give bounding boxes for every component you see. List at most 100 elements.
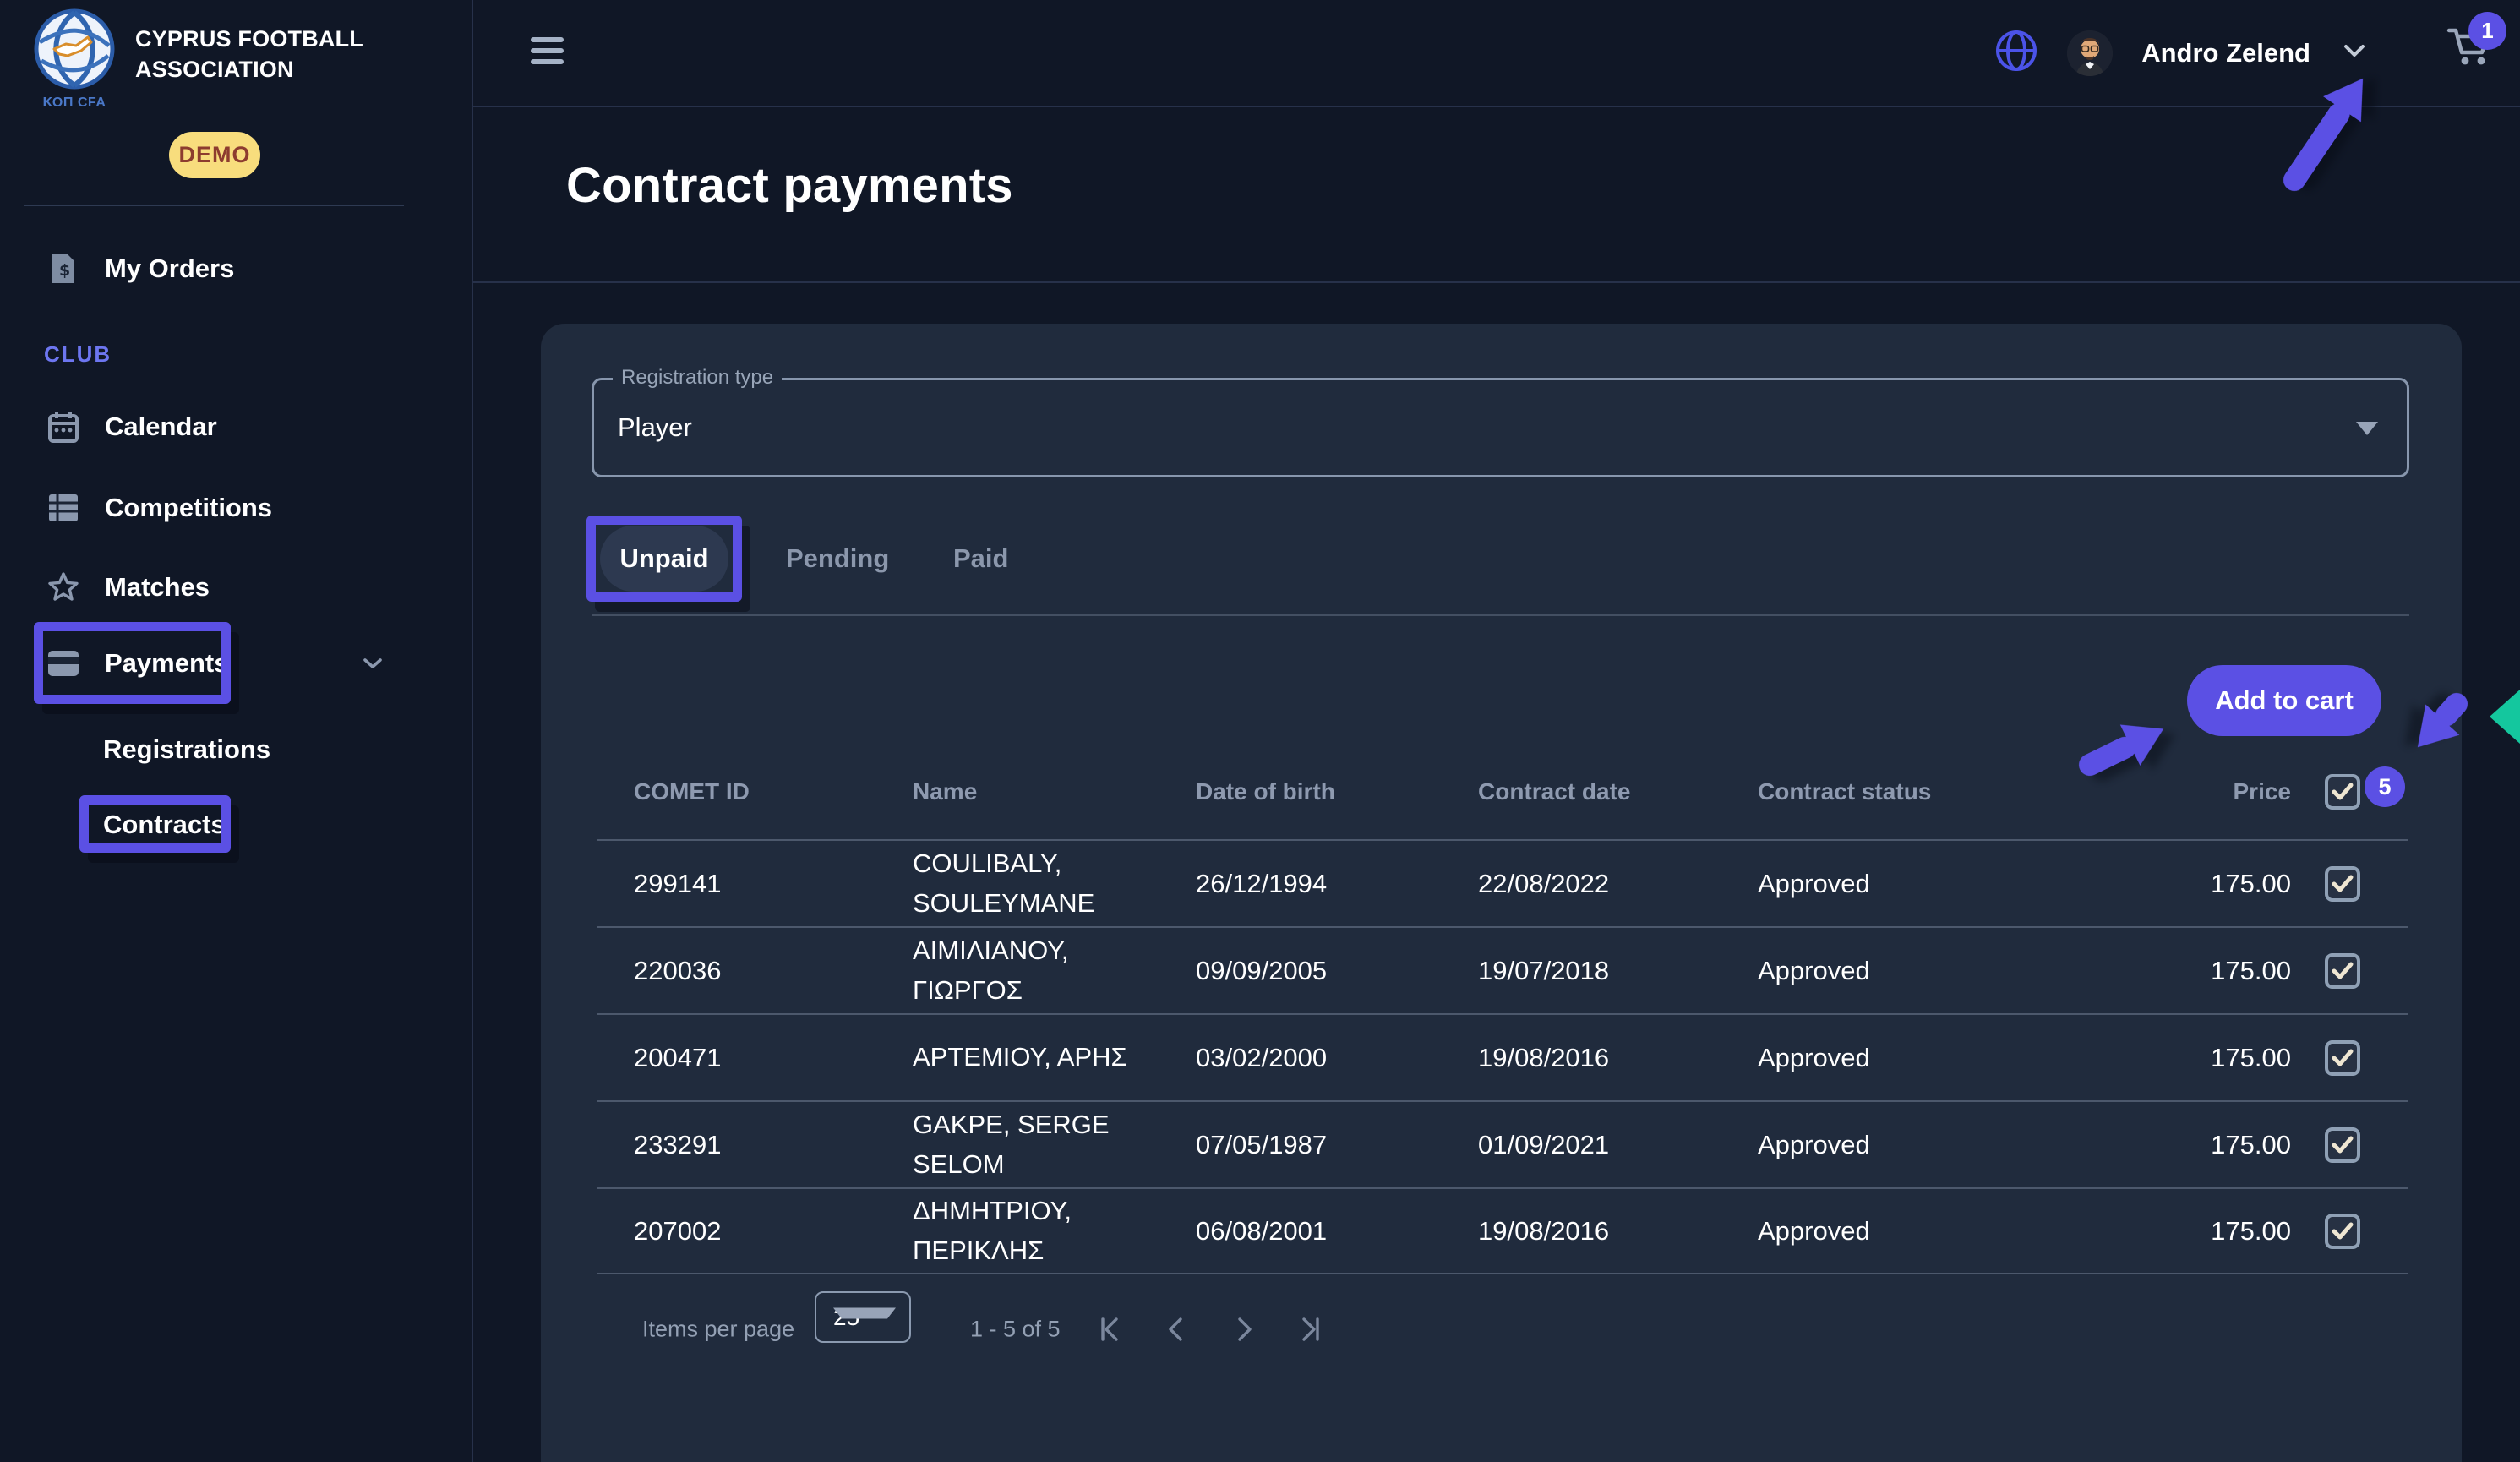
tab-unpaid[interactable]: Unpaid — [600, 526, 728, 592]
registration-type-select[interactable]: Registration type Player — [592, 378, 2409, 477]
menu-toggle-button[interactable] — [531, 37, 564, 64]
cell-contract-status: Approved — [1758, 869, 2198, 899]
sidebar-section-club: CLUB — [44, 341, 112, 368]
sidebar-item-calendar[interactable]: Calendar — [0, 401, 473, 453]
cell-contract-date: 19/08/2016 — [1478, 1216, 1758, 1247]
tab-paid[interactable]: Paid — [953, 526, 1008, 592]
brand-area: ΚΟΠ CFA CYPRUS FOOTBALL ASSOCIATION — [32, 8, 363, 111]
cell-dob: 09/09/2005 — [1196, 956, 1478, 986]
svg-text:$: $ — [59, 261, 70, 280]
cell-dob: 03/02/2000 — [1196, 1043, 1478, 1073]
registration-type-value: Player — [618, 380, 692, 475]
sidebar-item-label: Calendar — [105, 412, 217, 442]
add-to-cart-button[interactable]: Add to cart — [2187, 665, 2381, 736]
topbar-right: Andro Zelend 1 — [1994, 0, 2498, 106]
sidebar-item-label: Matches — [105, 572, 210, 603]
row-checkbox[interactable] — [2325, 1040, 2360, 1076]
sidebar-item-my-orders[interactable]: $ My Orders — [0, 243, 473, 295]
annotation-arrow-teal — [2490, 690, 2520, 744]
demo-badge: DEMO — [169, 132, 260, 178]
sidebar-item-registrations[interactable]: Registrations — [0, 723, 473, 776]
cell-contract-date: 22/08/2022 — [1478, 869, 1758, 899]
chevron-down-icon — [358, 651, 387, 683]
sidebar-item-label: My Orders — [105, 254, 234, 284]
cell-dob: 26/12/1994 — [1196, 869, 1478, 899]
col-header-name: Name — [913, 778, 1196, 805]
credit-card-icon — [47, 650, 79, 677]
table-row: 233291 GAKPE, SERGE SELOM 07/05/1987 01/… — [597, 1100, 2408, 1187]
title-divider — [473, 281, 2520, 283]
cell-price: 175.00 — [2198, 1216, 2291, 1247]
items-per-page-label: Items per page — [642, 1317, 794, 1343]
cell-price: 175.00 — [2198, 1130, 2291, 1160]
cell-contract-date: 01/09/2021 — [1478, 1130, 1758, 1160]
select-all-checkbox[interactable] — [2325, 774, 2360, 810]
cell-contract-status: Approved — [1758, 1043, 2198, 1073]
cell-dob: 07/05/1987 — [1196, 1130, 1478, 1160]
last-page-button[interactable] — [1295, 1312, 1328, 1346]
col-header-contract-date: Contract date — [1478, 778, 1758, 805]
page-range-label: 1 - 5 of 5 — [970, 1317, 1061, 1343]
row-checkbox[interactable] — [2325, 866, 2360, 902]
sidebar-item-payments[interactable]: Payments — [0, 637, 473, 690]
col-header-dob: Date of birth — [1196, 778, 1478, 805]
sidebar-item-label: Registrations — [103, 734, 270, 765]
content-card: Registration type Player Unpaid Pending … — [541, 324, 2462, 1462]
col-header-comet-id: COMET ID — [634, 778, 913, 805]
table-list-icon — [47, 494, 79, 522]
cell-contract-status: Approved — [1758, 1130, 2198, 1160]
cell-name: ΑΡΤΕΜΙΟΥ, ΑΡΗΣ — [913, 1038, 1196, 1077]
cell-comet-id: 299141 — [634, 869, 913, 899]
cell-contract-date: 19/08/2016 — [1478, 1043, 1758, 1073]
sidebar-item-label: Contracts — [103, 810, 226, 840]
star-icon — [47, 571, 79, 603]
dropdown-caret-icon — [833, 1307, 896, 1318]
page-size-select[interactable]: 25 — [815, 1291, 911, 1343]
cell-contract-status: Approved — [1758, 1216, 2198, 1247]
calendar-icon — [47, 411, 79, 443]
page-title: Contract payments — [566, 157, 1013, 214]
cell-comet-id: 207002 — [634, 1216, 913, 1247]
table-header-row: COMET ID Name Date of birth Contract dat… — [597, 745, 2408, 839]
sidebar-item-label: Competitions — [105, 493, 272, 523]
sidebar-divider — [24, 205, 404, 206]
cart-button[interactable]: 1 — [2446, 24, 2498, 83]
next-page-button[interactable] — [1227, 1312, 1261, 1346]
receipt-icon: $ — [47, 253, 79, 285]
annotation-arrow-cart — [2279, 99, 2354, 195]
cfa-logo-icon — [34, 8, 115, 94]
col-header-contract-status: Contract status — [1758, 778, 2198, 805]
tabs-divider — [592, 614, 2409, 616]
col-header-price: Price — [2198, 778, 2291, 805]
org-name: CYPRUS FOOTBALL ASSOCIATION — [135, 24, 363, 85]
row-checkbox[interactable] — [2325, 1214, 2360, 1249]
tab-pending[interactable]: Pending — [786, 526, 889, 592]
user-name: Andro Zelend — [2141, 38, 2310, 68]
sidebar-item-contracts[interactable]: Contracts — [0, 799, 473, 851]
cell-name: GAKPE, SERGE SELOM — [913, 1105, 1196, 1184]
globe-icon[interactable] — [1994, 29, 2038, 77]
avatar[interactable] — [2067, 30, 2113, 76]
cell-contract-date: 19/07/2018 — [1478, 956, 1758, 986]
table-row: 220036 ΑΙΜΙΛΙΑΝΟΥ, ΓΙΩΡΓΟΣ 09/09/2005 19… — [597, 926, 2408, 1013]
cart-count-badge: 1 — [2468, 12, 2506, 50]
cell-price: 175.00 — [2198, 1043, 2291, 1073]
cell-dob: 06/08/2001 — [1196, 1216, 1478, 1247]
cell-name: COULIBALY, SOULEYMANE — [913, 844, 1196, 923]
pagination: Items per page 25 1 - 5 of 5 — [541, 1296, 2462, 1363]
row-checkbox[interactable] — [2325, 953, 2360, 989]
cell-comet-id: 200471 — [634, 1043, 913, 1073]
logo-caption: ΚΟΠ CFA — [43, 95, 106, 111]
cell-comet-id: 220036 — [634, 956, 913, 986]
contracts-table: COMET ID Name Date of birth Contract dat… — [597, 745, 2408, 1274]
row-checkbox[interactable] — [2325, 1127, 2360, 1163]
chevron-down-icon[interactable] — [2339, 38, 2370, 68]
sidebar-item-matches[interactable]: Matches — [0, 561, 473, 614]
dropdown-caret-icon — [2356, 422, 2378, 435]
previous-page-button[interactable] — [1159, 1312, 1193, 1346]
sidebar-item-label: Payments — [105, 648, 228, 679]
sidebar-item-competitions[interactable]: Competitions — [0, 482, 473, 534]
table-row: 207002 ΔΗΜΗΤΡΙΟΥ, ΠΕΡΙΚΛΗΣ 06/08/2001 19… — [597, 1187, 2408, 1274]
cell-name: ΔΗΜΗΤΡΙΟΥ, ΠΕΡΙΚΛΗΣ — [913, 1192, 1196, 1270]
first-page-button[interactable] — [1092, 1312, 1126, 1346]
